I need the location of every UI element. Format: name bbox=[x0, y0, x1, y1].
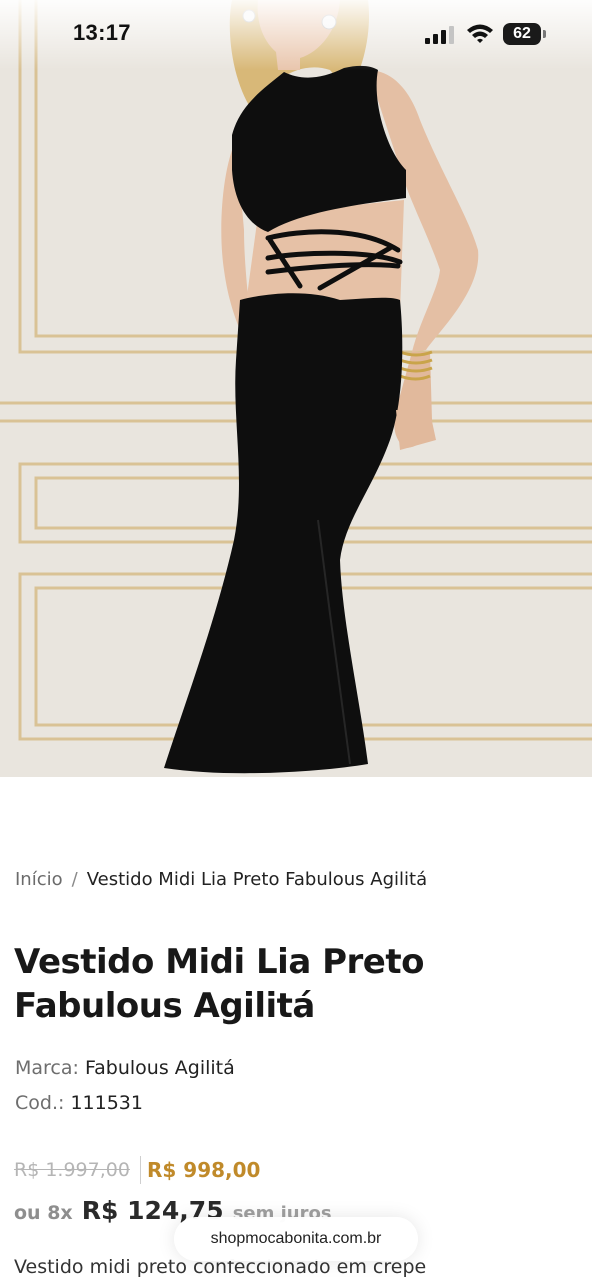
breadcrumb: Início / Vestido Midi Lia Preto Fabulous A… bbox=[15, 869, 427, 890]
breadcrumb-separator: / bbox=[71, 869, 78, 890]
price-divider bbox=[140, 1156, 141, 1184]
product-title: Vestido Midi Lia Preto Fabulous Agilitá bbox=[14, 942, 424, 1026]
brand-link[interactable]: Fabulous Agilitá bbox=[85, 1057, 235, 1079]
code-label: Cod.: bbox=[15, 1092, 65, 1114]
installment-count: ou 8x bbox=[14, 1202, 73, 1224]
battery-tip bbox=[543, 30, 546, 38]
status-time: 13:17 bbox=[73, 20, 131, 45]
breadcrumb-home-link[interactable]: Início bbox=[15, 869, 63, 890]
sale-price: R$ 998,00 bbox=[147, 1158, 261, 1182]
product-image[interactable] bbox=[0, 0, 592, 777]
product-code: 111531 bbox=[70, 1092, 143, 1114]
product-photo-illustration bbox=[0, 0, 592, 777]
browser-address-bar[interactable]: shopmocabonita.com.br bbox=[174, 1217, 418, 1261]
wifi-icon bbox=[467, 24, 493, 43]
original-price: R$ 1.997,00 bbox=[14, 1159, 130, 1181]
product-code-row: Cod.: 111531 bbox=[15, 1092, 143, 1114]
breadcrumb-current: Vestido Midi Lia Preto Fabulous Agilitá bbox=[86, 869, 428, 890]
status-bar: 13:17 62 bbox=[0, 0, 592, 70]
brand-label: Marca: bbox=[15, 1057, 79, 1079]
battery-icon: 62 bbox=[503, 23, 541, 45]
product-brand-row: Marca: Fabulous Agilitá bbox=[15, 1057, 235, 1079]
cellular-signal-icon bbox=[425, 26, 454, 44]
